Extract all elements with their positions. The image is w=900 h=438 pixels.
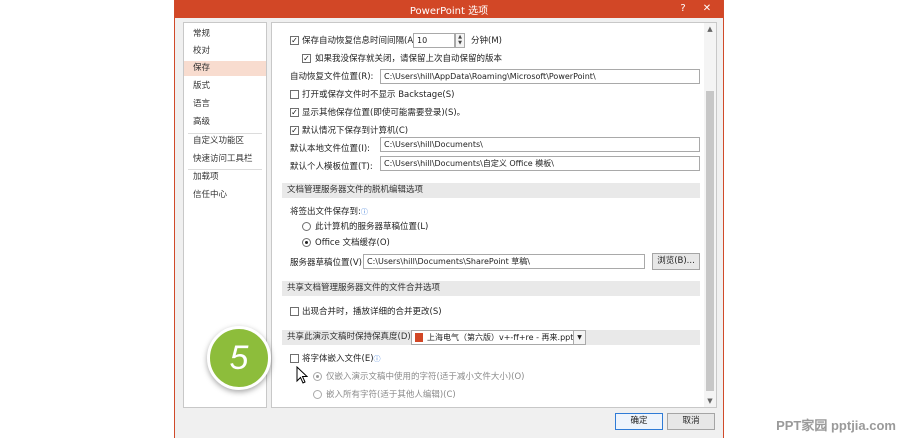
- browse-button[interactable]: 浏览(B)...: [652, 253, 700, 270]
- nav-item-save[interactable]: 保存: [184, 61, 266, 76]
- default-local-path-input[interactable]: C:\Users\hill\Documents\: [380, 137, 700, 152]
- nav-item-trust-center[interactable]: 信任中心: [184, 188, 266, 203]
- settings-content: ✓ 保存自动恢复信息时间间隔(A) 10 ▲ ▼ 分钟(M) ✓ 如果我没保存就关…: [272, 23, 704, 407]
- settings-panel: ✓ 保存自动恢复信息时间间隔(A) 10 ▲ ▼ 分钟(M) ✓ 如果我没保存就关…: [271, 22, 717, 408]
- nav-item-quick-access-toolbar[interactable]: 快速访问工具栏: [184, 152, 266, 167]
- save-to-computer-checkbox[interactable]: ✓: [290, 126, 299, 135]
- minutes-label: 分钟(M): [471, 36, 502, 46]
- mouse-pointer-icon: [296, 366, 308, 384]
- checkout-label: 将签出文件保存到:ⓘ: [290, 205, 368, 219]
- checkout-label-text: 将签出文件保存到:: [290, 207, 361, 217]
- nav-item-layout[interactable]: 版式: [184, 79, 266, 94]
- powerpoint-file-icon: [415, 333, 423, 342]
- personal-template-path-input[interactable]: C:\Users\hill\Documents\自定义 Office 模板\: [380, 156, 700, 171]
- embed-used-chars-radio[interactable]: [313, 372, 322, 381]
- minutes-spinner[interactable]: ▲ ▼: [455, 33, 465, 48]
- personal-template-label: 默认个人模板位置(T):: [290, 162, 373, 172]
- embed-fonts-label-text: 将字体嵌入文件(E): [302, 354, 374, 364]
- autorecover-path-label: 自动恢复文件位置(R):: [290, 72, 374, 82]
- chevron-down-icon[interactable]: ▼: [573, 331, 585, 344]
- show-merge-changes-checkbox[interactable]: [290, 307, 299, 316]
- autorecover-label: 保存自动恢复信息时间间隔(A): [302, 36, 417, 46]
- embed-all-chars-label: 嵌入所有字符(适于其他人编辑)(C): [326, 390, 456, 400]
- autorecover-minutes-input[interactable]: 10: [413, 33, 455, 48]
- presentation-select-value: 上海电气（第六版）v+-ff+re - 再来.pptx: [427, 333, 579, 342]
- nav-item-advanced[interactable]: 高级: [184, 115, 266, 130]
- vertical-scrollbar[interactable]: ▲ ▼: [704, 23, 716, 407]
- info-icon: ⓘ: [360, 208, 368, 216]
- server-drafts-radio[interactable]: [302, 222, 311, 231]
- show-more-places-checkbox[interactable]: ✓: [290, 108, 299, 117]
- no-backstage-label: 打开或保存文件时不显示 Backstage(S): [302, 90, 455, 100]
- info-icon: ⓘ: [373, 355, 381, 363]
- scroll-thumb[interactable]: [706, 91, 714, 391]
- show-more-places-label: 显示其他保存位置(即使可能需要登录)(S)。: [302, 108, 466, 118]
- embed-fonts-checkbox[interactable]: [290, 354, 299, 363]
- save-to-computer-label: 默认情况下保存到计算机(C): [302, 126, 409, 136]
- keep-last-version-checkbox[interactable]: ✓: [302, 54, 311, 63]
- no-backstage-checkbox[interactable]: [290, 90, 299, 99]
- scroll-up-icon[interactable]: ▲: [704, 23, 716, 35]
- show-merge-changes-label: 出现合并时，播放详细的合并更改(S): [302, 307, 442, 317]
- nav-item-general[interactable]: 常规: [184, 27, 266, 42]
- title-bar: PowerPoint 选项 ? ✕: [175, 0, 723, 18]
- keep-last-version-label: 如果我没保存就关闭，请保留上次自动保留的版本: [315, 54, 503, 64]
- presentation-select[interactable]: 上海电气（第六版）v+-ff+re - 再来.pptx ▼: [411, 330, 586, 345]
- office-cache-radio[interactable]: [302, 238, 311, 247]
- nav-item-proofing[interactable]: 校对: [184, 44, 266, 59]
- default-local-path-label: 默认本地文件位置(I):: [290, 144, 371, 154]
- embed-fonts-label: 将字体嵌入文件(E)ⓘ: [302, 352, 381, 366]
- step-number-badge: 5: [207, 326, 271, 390]
- autorecover-path-input[interactable]: C:\Users\hill\AppData\Roaming\Microsoft\…: [380, 69, 700, 84]
- scroll-down-icon[interactable]: ▼: [704, 395, 716, 407]
- cancel-button[interactable]: 取消: [667, 413, 715, 430]
- drafts-path-input[interactable]: C:\Users\hill\Documents\SharePoint 草稿\: [363, 254, 645, 269]
- nav-item-add-ins[interactable]: 加载项: [184, 170, 266, 185]
- merge-section-header: 共享文档管理服务器文件的文件合并选项: [282, 281, 700, 296]
- autorecover-checkbox[interactable]: ✓: [290, 36, 299, 45]
- nav-item-customize-ribbon[interactable]: 自定义功能区: [184, 134, 266, 149]
- drafts-path-label: 服务器草稿位置(V):: [290, 258, 365, 268]
- close-button[interactable]: ✕: [697, 1, 717, 17]
- embed-all-chars-radio[interactable]: [313, 390, 322, 399]
- help-button[interactable]: ?: [673, 1, 693, 17]
- ok-button[interactable]: 确定: [615, 413, 663, 430]
- office-cache-label: Office 文档缓存(O): [315, 238, 390, 248]
- watermark: PPT家园 pptjia.com: [776, 418, 896, 433]
- window-title: PowerPoint 选项: [409, 6, 489, 17]
- server-drafts-label: 此计算机的服务器草稿位置(L): [315, 222, 429, 232]
- offline-editing-section-header: 文档管理服务器文件的脱机编辑选项: [282, 183, 700, 198]
- embed-used-chars-label: 仅嵌入演示文稿中使用的字符(适于减小文件大小)(O): [326, 372, 525, 382]
- fidelity-header-label: 共享此演示文稿时保持保真度(D):: [287, 332, 414, 342]
- nav-item-language[interactable]: 语言: [184, 97, 266, 112]
